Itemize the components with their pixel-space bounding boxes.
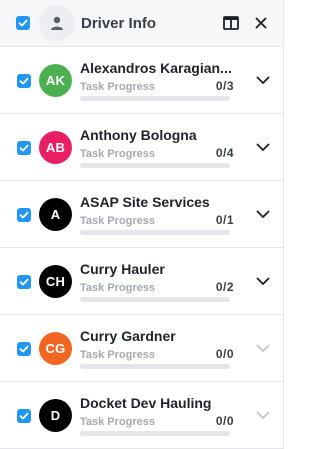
expand-button[interactable] (253, 271, 273, 291)
task-progress-bar (80, 363, 230, 369)
chevron-down-icon (256, 344, 270, 352)
task-progress: Task Progress 0/3 (80, 79, 234, 93)
driver-avatar: CG (39, 331, 72, 365)
check-icon (19, 144, 29, 151)
check-icon (19, 77, 29, 84)
task-progress-count: 0/0 (215, 346, 234, 361)
check-icon (19, 211, 29, 218)
driver-info: Alexandros Karagian... Task Progress 0/3 (80, 60, 234, 101)
driver-checkbox[interactable] (17, 274, 31, 289)
close-icon (255, 17, 267, 29)
task-progress: Task Progress 0/0 (80, 414, 234, 428)
task-progress: Task Progress 0/0 (80, 347, 234, 361)
task-progress-label: Task Progress (80, 147, 156, 160)
check-icon (19, 412, 29, 419)
panel-title: Driver Info (81, 14, 157, 32)
driver-row[interactable]: AK Alexandros Karagian... Task Progress … (0, 47, 283, 114)
driver-info: Curry Gardner Task Progress 0/0 (80, 328, 234, 369)
layout-toggle-button[interactable] (219, 11, 243, 35)
expand-button[interactable] (253, 405, 273, 425)
driver-info: ASAP Site Services Task Progress 0/1 (80, 194, 234, 235)
driver-info: Anthony Bologna Task Progress 0/4 (80, 127, 234, 168)
chevron-down-icon (256, 76, 270, 84)
driver-name: Alexandros Karagian... (80, 59, 232, 76)
driver-row[interactable]: CG Curry Gardner Task Progress 0/0 (0, 315, 283, 382)
task-progress-count: 0/4 (215, 145, 234, 160)
driver-avatar: CH (39, 264, 72, 298)
driver-checkbox[interactable] (17, 341, 31, 356)
task-progress-label: Task Progress (80, 348, 156, 361)
task-progress-bar (80, 229, 230, 235)
driver-checkbox[interactable] (17, 207, 31, 222)
task-progress-count: 0/0 (215, 413, 234, 428)
task-progress-label: Task Progress (80, 415, 156, 428)
columns-layout-icon (223, 16, 239, 30)
expand-button[interactable] (253, 137, 273, 157)
task-progress-bar (80, 162, 230, 168)
driver-info: Curry Hauler Task Progress 0/2 (80, 261, 234, 302)
chevron-down-icon (256, 277, 270, 285)
driver-row[interactable]: D Docket Dev Hauling Task Progress 0/0 (0, 382, 283, 449)
task-progress: Task Progress 0/2 (80, 280, 234, 294)
driver-avatar: A (39, 197, 72, 231)
expand-button[interactable] (253, 204, 273, 224)
driver-checkbox[interactable] (17, 140, 31, 155)
task-progress-bar (80, 296, 230, 302)
driver-name: ASAP Site Services (80, 193, 210, 210)
panel-header: Driver Info (0, 0, 283, 47)
driver-row[interactable]: A ASAP Site Services Task Progress 0/1 (0, 181, 283, 248)
driver-avatar: AK (39, 63, 72, 97)
driver-checkbox[interactable] (17, 73, 31, 88)
check-icon (18, 19, 28, 27)
chevron-down-icon (256, 411, 270, 419)
task-progress-count: 0/2 (215, 279, 234, 294)
driver-checkbox[interactable] (17, 408, 31, 423)
close-button[interactable] (249, 11, 273, 35)
driver-row[interactable]: CH Curry Hauler Task Progress 0/2 (0, 248, 283, 315)
task-progress-count: 0/1 (215, 212, 234, 227)
check-icon (19, 345, 29, 352)
task-progress-bar (80, 430, 230, 436)
check-icon (19, 278, 29, 285)
driver-info: Docket Dev Hauling Task Progress 0/0 (80, 395, 234, 436)
chevron-down-icon (256, 143, 270, 151)
task-progress: Task Progress 0/4 (80, 146, 234, 160)
task-progress-count: 0/3 (215, 78, 234, 93)
driver-row[interactable]: AB Anthony Bologna Task Progress 0/4 (0, 114, 283, 181)
expand-button[interactable] (253, 70, 273, 90)
task-progress-label: Task Progress (80, 214, 156, 227)
driver-avatar: AB (39, 130, 72, 164)
task-progress: Task Progress 0/1 (80, 213, 234, 227)
person-icon (39, 5, 75, 41)
driver-name: Docket Dev Hauling (80, 394, 212, 411)
expand-button[interactable] (253, 338, 273, 358)
driver-avatar: D (39, 398, 72, 432)
task-progress-bar (80, 95, 230, 101)
driver-name: Curry Gardner (80, 327, 176, 344)
driver-info-panel: Driver Info AK Alexandros Karagian... Ta… (0, 0, 284, 449)
select-all-checkbox[interactable] (16, 16, 30, 30)
driver-name: Anthony Bologna (80, 126, 197, 143)
driver-list: AK Alexandros Karagian... Task Progress … (0, 47, 283, 449)
task-progress-label: Task Progress (80, 281, 156, 294)
driver-name: Curry Hauler (80, 260, 165, 277)
task-progress-label: Task Progress (80, 80, 156, 93)
chevron-down-icon (256, 210, 270, 218)
